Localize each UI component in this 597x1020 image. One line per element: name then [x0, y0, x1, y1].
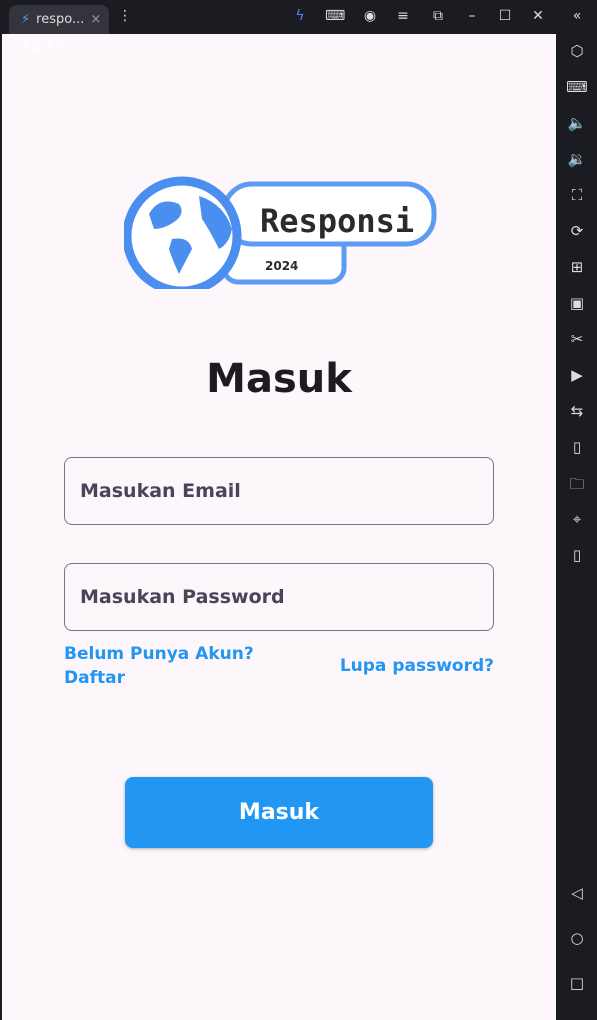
tab-title: respo...: [36, 12, 85, 27]
boost-icon[interactable]: ϟ: [290, 8, 310, 24]
register-prompt: Belum Punya Akun?: [64, 644, 254, 664]
emulator-sidebar: ⬡ ⌨ 🔈 🔉 ⛶ ⟳ ⊞ ▣ ✂ ▶ ⇆ ▯ 🗀 ⌖ ▯ ◁ ○ □: [557, 34, 597, 1020]
flutter-icon: ⚡: [21, 12, 31, 27]
menu-icon[interactable]: ≡: [393, 8, 413, 24]
apk-icon[interactable]: ▣: [557, 294, 597, 312]
email-field[interactable]: Masukan Email: [64, 457, 494, 525]
close-tab-icon[interactable]: ×: [90, 12, 101, 27]
account-icon[interactable]: ◉: [360, 8, 380, 24]
logo-year: 2024: [265, 259, 298, 273]
collapse-icon[interactable]: «: [567, 8, 587, 24]
gamepad-icon[interactable]: ⌨: [325, 8, 345, 24]
password-field[interactable]: Masukan Password: [64, 563, 494, 631]
record-icon[interactable]: ▶: [557, 366, 597, 384]
register-link[interactable]: Belum Punya Akun? Daftar: [64, 642, 254, 690]
resize-icon[interactable]: ⧉: [428, 8, 448, 24]
login-button[interactable]: Masuk: [125, 777, 433, 848]
app-tab[interactable]: ⚡ respo... ×: [9, 5, 109, 34]
page-title: Masuk: [206, 356, 352, 402]
scissors-icon[interactable]: ✂: [557, 330, 597, 348]
sync-icon[interactable]: ⇆: [557, 402, 597, 420]
more-icon[interactable]: ⋮: [115, 8, 135, 24]
logo-text: Responsi: [260, 202, 414, 240]
shake-icon[interactable]: ▯: [557, 438, 597, 456]
vibrate-icon[interactable]: ▯: [557, 546, 597, 564]
responsi-logo: Responsi 2024: [124, 176, 437, 289]
add-instance-icon[interactable]: ⊞: [557, 258, 597, 276]
home-icon[interactable]: ○: [557, 929, 597, 947]
maximize-icon[interactable]: ☐: [495, 8, 515, 24]
rotate-icon[interactable]: ⟳: [557, 222, 597, 240]
status-time: 12:59: [22, 38, 66, 56]
settings-hex-icon[interactable]: ⬡: [557, 42, 597, 60]
app-screen: 12:59 Responsi 2024 Masuk Masukan Email …: [2, 34, 556, 1020]
folder-icon[interactable]: 🗀: [557, 474, 597, 499]
volume-down-icon[interactable]: 🔉: [557, 150, 597, 168]
close-icon[interactable]: ✕: [528, 8, 548, 24]
forgot-password-link[interactable]: Lupa password?: [340, 654, 494, 678]
emulator-titlebar: ⚡ respo... × ⋮ ϟ ⌨ ◉ ≡ ⧉ – ☐ ✕ «: [0, 0, 597, 34]
recents-icon[interactable]: □: [557, 974, 597, 992]
keyboard-icon[interactable]: ⌨: [557, 78, 597, 96]
register-label[interactable]: Daftar: [64, 666, 254, 690]
location-icon[interactable]: ⌖: [557, 510, 597, 528]
back-icon[interactable]: ◁: [557, 884, 597, 902]
screenshot-icon[interactable]: ⛶: [557, 186, 597, 204]
volume-up-icon[interactable]: 🔈: [557, 114, 597, 132]
minimize-icon[interactable]: –: [462, 8, 482, 24]
